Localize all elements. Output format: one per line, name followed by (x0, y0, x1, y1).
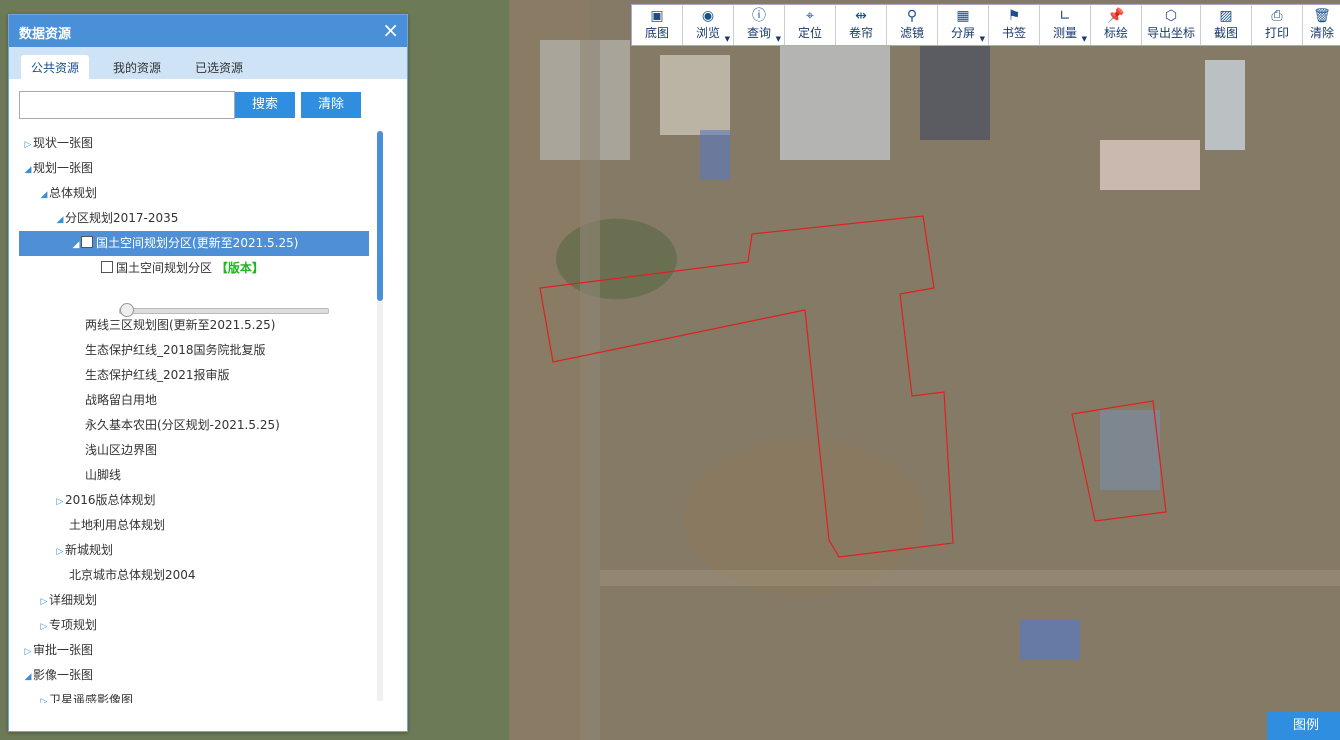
search-button[interactable]: 搜索 (235, 92, 295, 118)
tab-selected-resources[interactable]: 已选资源 (185, 55, 253, 79)
tree-node[interactable]: 土地利用总体规划 (19, 513, 369, 538)
dropdown-arrow-icon: ▼ (724, 35, 730, 43)
swipe-icon: ⇹ (855, 8, 867, 24)
expand-icon[interactable]: ▷ (39, 615, 49, 640)
search-input[interactable] (19, 91, 235, 119)
tree-node[interactable]: 国土空间规划分区 【版本】 (19, 256, 369, 281)
collapse-icon[interactable]: ◢ (71, 233, 81, 258)
filter-icon: ⚲ (906, 8, 918, 24)
tab-public-resources[interactable]: 公共资源 (21, 55, 90, 79)
basemap-tool[interactable]: ▣ 底图 (632, 5, 683, 45)
data-resources-panel: 数据资源 × 公共资源 我的资源 已选资源 搜索 清除 ▷ 现状一张图 ◢ 规划一张… (8, 14, 408, 732)
browse-tool[interactable]: ◉ 浏览 ▼ (683, 5, 734, 45)
close-icon[interactable]: × (382, 20, 399, 40)
printer-icon: ⎙ (1271, 8, 1283, 24)
trash-icon: 🗑 (1313, 8, 1331, 24)
tree-node[interactable]: ▷ 2016版总体规划 (19, 488, 369, 513)
grid-icon: ▦ (956, 8, 970, 24)
scrollbar-thumb[interactable] (377, 131, 383, 301)
screenshot-tool[interactable]: ▨ 截图 (1201, 5, 1252, 45)
tree-node[interactable]: ▷ 审批一张图 (19, 638, 369, 663)
expand-icon[interactable]: ▷ (55, 490, 65, 515)
panel-header: 数据资源 × (9, 15, 407, 47)
expand-icon[interactable]: ▷ (39, 590, 49, 615)
tree-node[interactable]: ▷ 新城规划 (19, 538, 369, 563)
export-coords-icon: ⬡ (1164, 8, 1178, 24)
screenshot-icon: ▨ (1219, 8, 1233, 24)
tree-scrollbar[interactable] (377, 131, 383, 701)
expand-icon[interactable]: ▷ (23, 133, 33, 158)
split-screen-tool[interactable]: ▦ 分屏 ▼ (938, 5, 989, 45)
layer-checkbox[interactable] (81, 236, 93, 248)
ruler-icon: ∟ (1059, 8, 1071, 24)
tree-node[interactable]: ◢ 规划一张图 (19, 156, 369, 181)
query-tool[interactable]: ⓘ 查询 ▼ (734, 5, 785, 45)
dropdown-arrow-icon: ▼ (1081, 35, 1087, 43)
clear-tool[interactable]: 🗑 清除 (1303, 5, 1340, 45)
parcel-boundary (539, 215, 954, 558)
resource-tabs: 公共资源 我的资源 已选资源 (9, 47, 407, 79)
locate-icon: ⌖ (806, 8, 814, 24)
tree-node[interactable]: ▷ 详细规划 (19, 588, 369, 613)
map-toolbar: ▣ 底图 ◉ 浏览 ▼ ⓘ 查询 ▼ ⌖ 定位 ⇹ 卷帘 ⚲ 滤镜 ▦ 分屏 ▼ ⚑ 书签 ∟ 测量 ▼ … (631, 4, 1340, 46)
opacity-slider-handle[interactable] (120, 303, 134, 317)
version-link[interactable]: 【版本】 (216, 261, 264, 275)
tree-node-selected[interactable]: ◢ 国土空间规划分区(更新至2021.5.25) (19, 231, 369, 256)
tree-node[interactable]: 战略留白用地 (19, 388, 369, 413)
pin-icon: 📌 (1107, 8, 1125, 24)
eye-icon: ◉ (701, 8, 715, 24)
opacity-slider-track[interactable] (119, 308, 329, 314)
dropdown-arrow-icon: ▼ (775, 35, 781, 43)
tree-node[interactable]: ▷ 卫星遥感影像图 (19, 688, 369, 703)
tree-node[interactable]: 北京城市总体规划2004 (19, 563, 369, 588)
bookmark-tool[interactable]: ⚑ 书签 (989, 5, 1040, 45)
measure-tool[interactable]: ∟ 测量 ▼ (1040, 5, 1091, 45)
locate-tool[interactable]: ⌖ 定位 (785, 5, 836, 45)
export-coords-tool[interactable]: ⬡ 导出坐标 (1142, 5, 1201, 45)
resource-tree: ▷ 现状一张图 ◢ 规划一张图 ◢ 总体规划 ◢ 分区规划2017-2035 ◢ 国土空间… (19, 131, 371, 703)
tree-node[interactable]: ◢ 分区规划2017-2035 (19, 206, 369, 231)
tree-node[interactable]: ◢ 影像一张图 (19, 663, 369, 688)
tree-node[interactable]: ◢ 总体规划 (19, 181, 369, 206)
panel-title: 数据资源 (19, 27, 72, 42)
tree-node[interactable]: 永久基本农田(分区规划-2021.5.25) (19, 413, 369, 438)
tab-my-resources[interactable]: 我的资源 (103, 55, 171, 79)
legend-button[interactable]: 图例 (1267, 712, 1340, 740)
collapse-icon[interactable]: ◢ (55, 208, 65, 233)
tree-node[interactable]: 生态保护红线_2021报审版 (19, 363, 369, 388)
expand-icon[interactable]: ▷ (23, 640, 33, 665)
basemap-icon: ▣ (650, 8, 664, 24)
info-icon: ⓘ (752, 8, 766, 24)
search-row: 搜索 清除 (19, 91, 399, 121)
tree-node[interactable]: 两线三区规划图(更新至2021.5.25) (19, 313, 369, 338)
tree-node[interactable]: ▷ 专项规划 (19, 613, 369, 638)
bookmark-icon: ⚑ (1007, 8, 1021, 24)
tree-node[interactable]: 生态保护红线_2018国务院批复版 (19, 338, 369, 363)
clear-button[interactable]: 清除 (301, 92, 361, 118)
collapse-icon[interactable]: ◢ (23, 158, 33, 183)
dropdown-arrow-icon: ▼ (979, 35, 985, 43)
mark-tool[interactable]: 📌 标绘 (1091, 5, 1142, 45)
tree-node[interactable]: 山脚线 (19, 463, 369, 488)
expand-icon[interactable]: ▷ (55, 540, 65, 565)
collapse-icon[interactable]: ◢ (23, 665, 33, 690)
layer-checkbox[interactable] (101, 261, 113, 273)
swipe-tool[interactable]: ⇹ 卷帘 (836, 5, 887, 45)
tree-node[interactable]: 浅山区边界图 (19, 438, 369, 463)
expand-icon[interactable]: ▷ (39, 690, 49, 703)
print-tool[interactable]: ⎙ 打印 (1252, 5, 1303, 45)
collapse-icon[interactable]: ◢ (39, 183, 49, 208)
filter-tool[interactable]: ⚲ 滤镜 (887, 5, 938, 45)
tree-node[interactable]: ▷ 现状一张图 (19, 131, 369, 156)
